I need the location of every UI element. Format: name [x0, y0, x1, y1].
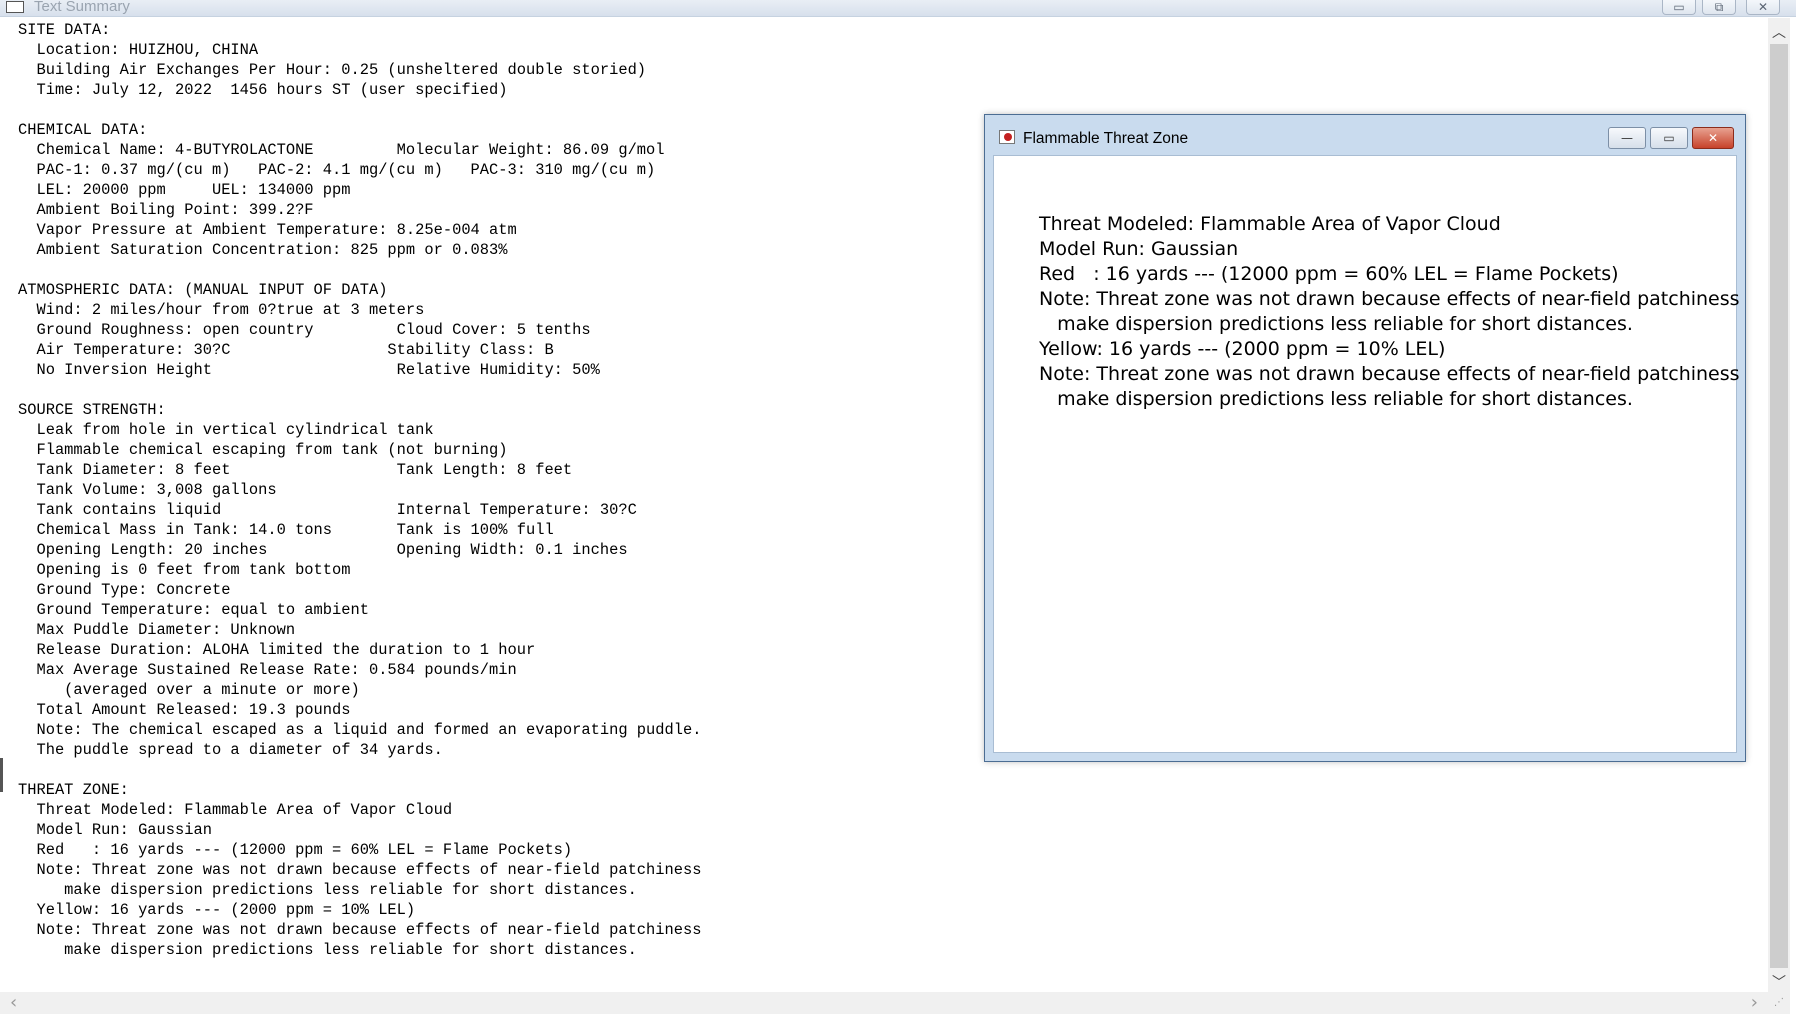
threat-close-button[interactable]: ✕ [1692, 127, 1734, 149]
horizontal-scrollbar[interactable]: ‹ › [0, 992, 1768, 1014]
threat-window-icon [999, 130, 1015, 144]
vertical-scroll-thumb[interactable] [1770, 44, 1788, 968]
main-close-button[interactable]: ✕ [1746, 0, 1780, 15]
scroll-right-arrow-icon[interactable]: › [1751, 992, 1758, 1014]
main-minimize-button[interactable]: ▭ [1662, 0, 1696, 15]
main-window-title: Text Summary [34, 0, 130, 15]
main-titlebar[interactable]: Text Summary ▭ ⧉ ✕ [0, 0, 1796, 17]
scroll-up-arrow-icon[interactable]: ︿ [1768, 22, 1790, 42]
main-maximize-button[interactable]: ⧉ [1702, 0, 1736, 15]
summary-text[interactable]: SITE DATA: Location: HUIZHOU, CHINA Buil… [18, 20, 701, 960]
size-grip-icon[interactable]: ⋰ [1768, 992, 1790, 1014]
selection-marker [0, 758, 3, 792]
threat-titlebar[interactable]: Flammable Threat Zone — ▭ ✕ [985, 115, 1745, 155]
vertical-scrollbar[interactable]: ︿ ﹀ [1768, 18, 1790, 996]
threat-minimize-button[interactable]: — [1608, 127, 1646, 149]
threat-maximize-button[interactable]: ▭ [1650, 127, 1688, 149]
scroll-left-arrow-icon[interactable]: ‹ [10, 992, 17, 1014]
threat-window-title: Flammable Threat Zone [1023, 130, 1189, 147]
threat-zone-text: Threat Modeled: Flammable Area of Vapor … [1039, 213, 1740, 410]
threat-zone-content: Threat Modeled: Flammable Area of Vapor … [993, 155, 1740, 753]
app-icon [6, 1, 24, 13]
scroll-down-arrow-icon[interactable]: ﹀ [1768, 972, 1790, 992]
flammable-threat-zone-window: Flammable Threat Zone — ▭ ✕ Threat Model… [984, 114, 1746, 762]
